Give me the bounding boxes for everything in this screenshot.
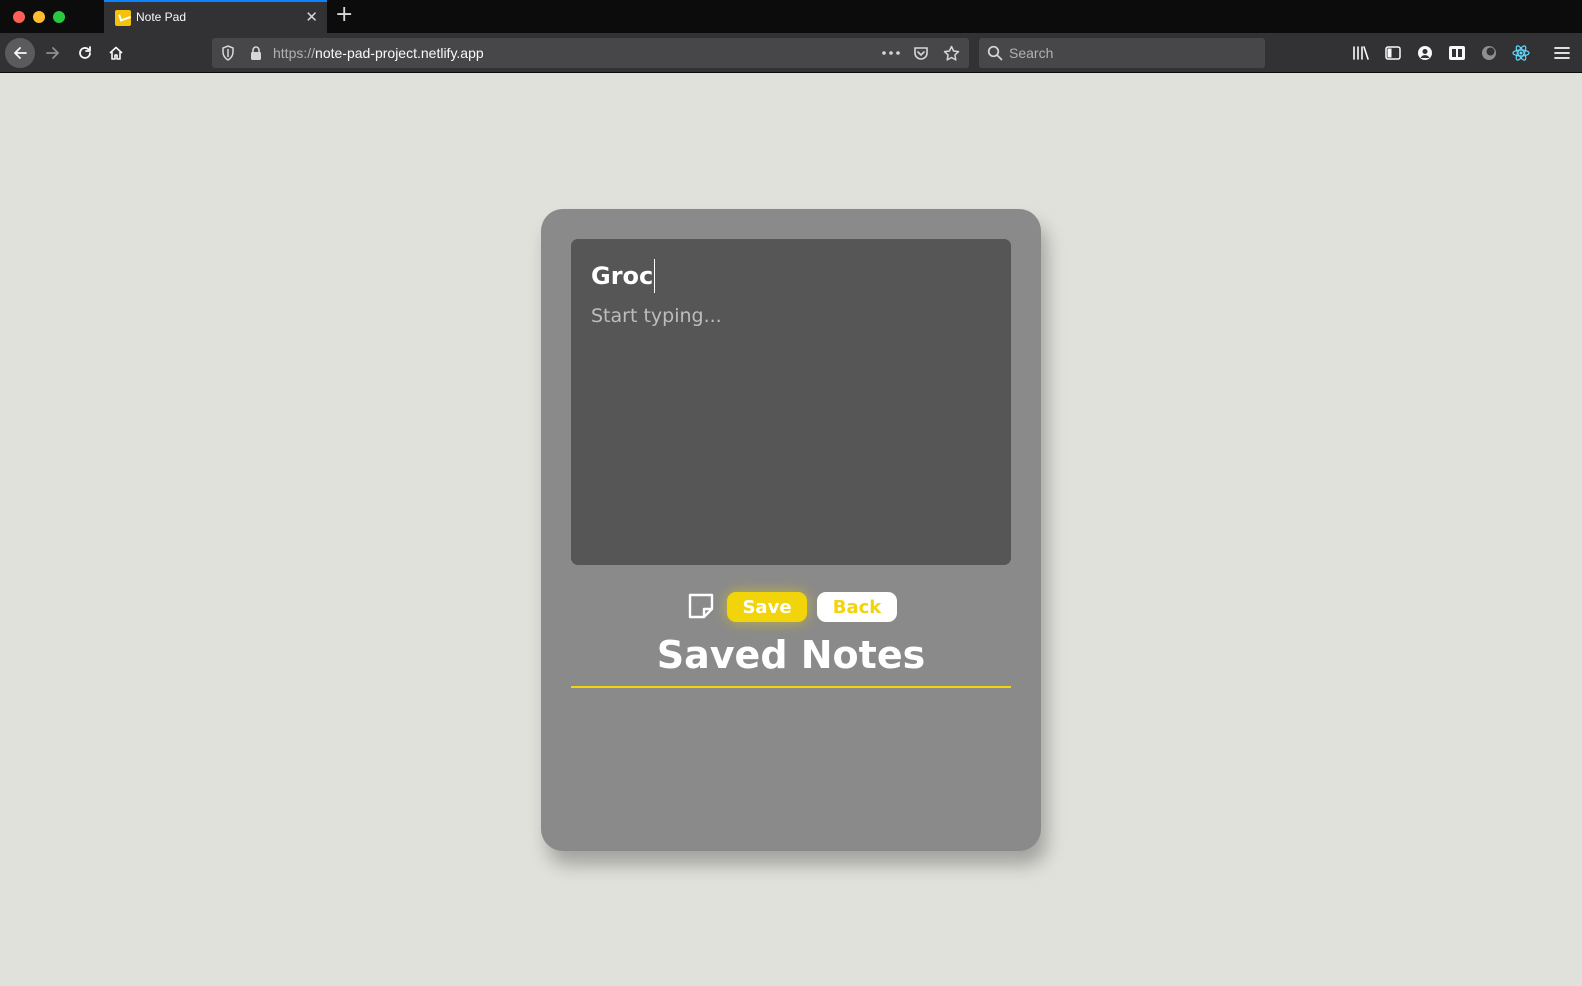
more-button[interactable] [881,44,901,62]
dark-circle-icon [1482,46,1496,60]
note-pad-card: Save Back Saved Notes [541,209,1041,851]
window-close-button[interactable] [13,11,25,23]
back-app-button[interactable]: Back [817,592,897,622]
note-title-input[interactable] [591,257,991,295]
back-button[interactable] [5,38,35,68]
search-bar [979,38,1265,68]
shield-icon[interactable] [221,45,235,61]
sidebar-icon [1385,46,1401,60]
saved-notes-heading: Saved Notes [656,633,926,677]
tab-close-icon[interactable]: ✕ [305,8,318,26]
extension-button[interactable] [1446,42,1468,64]
react-devtools-icon [1512,45,1530,61]
search-icon [987,45,1003,61]
dark-circle-button[interactable] [1478,42,1500,64]
tab-title: Note Pad [136,10,187,24]
library-button[interactable] [1350,42,1372,64]
url-actions [881,44,961,62]
account-button[interactable] [1414,42,1436,64]
window-minimize-button[interactable] [33,11,45,23]
menu-button[interactable] [1551,42,1573,64]
home-icon [109,46,123,60]
extension-icon [1449,46,1465,60]
home-button[interactable] [101,38,131,68]
new-tab-button[interactable]: + [335,3,353,27]
url-bar[interactable]: https://note-pad-project.netlify.app [212,38,969,68]
note-icon[interactable] [687,592,715,620]
arrow-right-icon [46,47,59,59]
url-host: note-pad-project.netlify.app [315,45,484,61]
lock-icon[interactable] [250,45,262,61]
window-maximize-button[interactable] [53,11,65,23]
forward-button[interactable] [38,38,68,68]
url-text: https://note-pad-project.netlify.app [273,45,484,61]
react-devtools-button[interactable] [1510,42,1532,64]
account-icon [1418,46,1432,60]
more-icon [882,51,900,55]
star-icon [943,45,959,61]
pocket-button[interactable] [911,44,931,62]
url-scheme: https:// [273,45,316,61]
saved-notes-divider [571,686,1011,688]
sidebar-button[interactable] [1382,42,1404,64]
note-body-input[interactable] [591,305,991,545]
reload-button[interactable] [70,38,100,68]
library-icon [1353,46,1369,60]
reload-icon [79,46,91,59]
save-button[interactable]: Save [727,592,807,622]
pocket-icon [914,47,928,60]
text-cursor [654,259,655,293]
arrow-left-icon [14,47,27,59]
bookmark-button[interactable] [941,44,961,62]
menu-icon [1554,47,1570,59]
note-pad-favicon-icon [115,10,131,26]
browser-titlebar: Note Pad ✕ + [0,0,1582,33]
search-input[interactable] [1009,38,1257,68]
browser-navbar: https://note-pad-project.netlify.app [0,33,1582,73]
note-editor [571,239,1011,565]
tab-note-pad[interactable]: Note Pad ✕ [104,0,327,33]
